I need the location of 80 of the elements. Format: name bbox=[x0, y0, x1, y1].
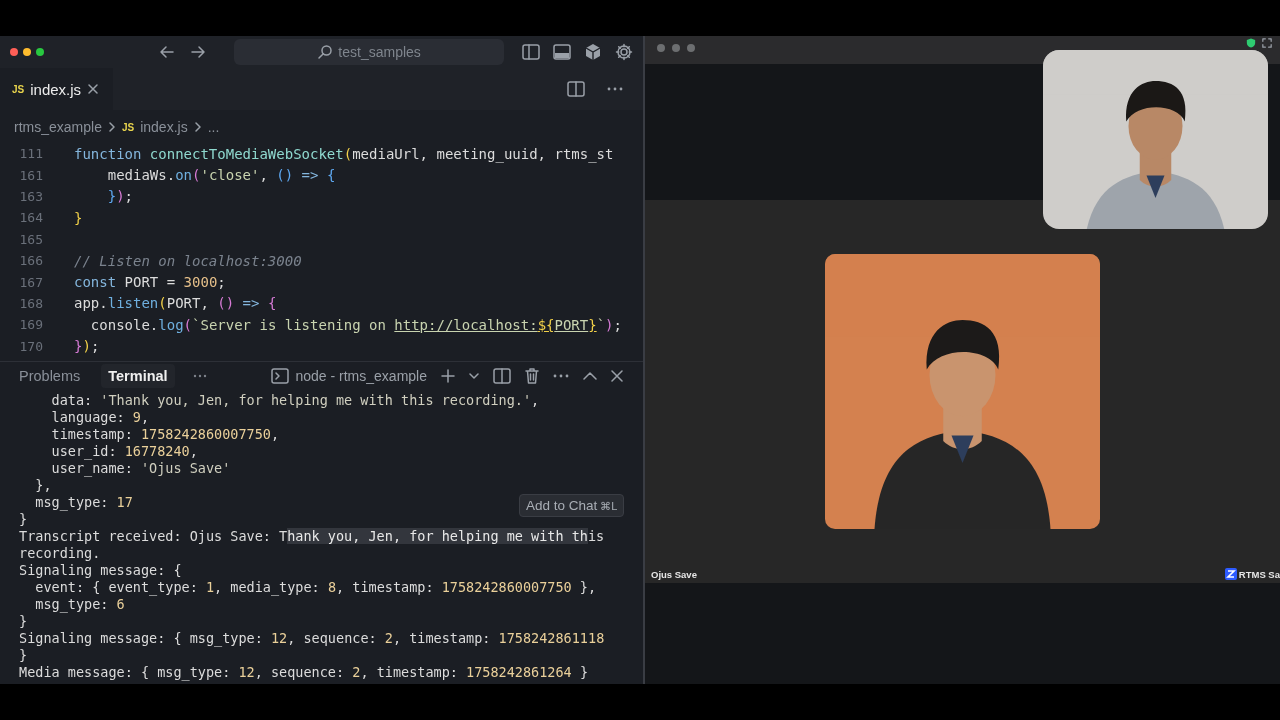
line-number: 169 bbox=[18, 317, 43, 333]
window-control-dot[interactable] bbox=[10, 48, 18, 56]
line-number: 170 bbox=[18, 338, 43, 354]
code-line: const PORT = 3000; bbox=[74, 274, 226, 291]
more-icon[interactable] bbox=[192, 373, 207, 378]
frame-icon[interactable] bbox=[1262, 38, 1272, 48]
terminal-line: } bbox=[19, 612, 28, 630]
panel-layout-icon[interactable] bbox=[553, 44, 571, 60]
terminal-line: data: 'Thank you, Jen, for helping me with this recording.', bbox=[50, 391, 540, 409]
code-line: // Listen on localhost:3000 bbox=[74, 252, 302, 269]
terminal-line: language: 9, bbox=[50, 408, 150, 426]
settings-icon[interactable] bbox=[615, 43, 633, 61]
line-number: 166 bbox=[18, 253, 43, 269]
code-line: console.log(`Server is listening on http://localhost:${PORT}`); bbox=[89, 316, 622, 333]
line-number: 167 bbox=[18, 274, 43, 290]
more-icon[interactable] bbox=[553, 373, 569, 378]
line-number: 111 bbox=[18, 146, 43, 162]
chevron-right-icon bbox=[107, 121, 116, 133]
window-control-dot[interactable] bbox=[23, 48, 31, 56]
terminal-icon bbox=[271, 367, 290, 384]
breadcrumb-item[interactable]: index.js bbox=[140, 119, 188, 135]
close-icon[interactable] bbox=[87, 83, 100, 95]
window-control-dot[interactable] bbox=[672, 44, 680, 52]
breadcrumb-item[interactable]: ... bbox=[207, 119, 220, 135]
shield-icon[interactable] bbox=[1246, 38, 1256, 48]
code-line: function connectToMediaWebSocket(mediaUrl, meeting_uuid, rtms_st bbox=[74, 145, 614, 162]
window-control-dot[interactable] bbox=[657, 44, 665, 52]
plus-icon[interactable] bbox=[441, 368, 455, 383]
panel-tab[interactable]: Terminal bbox=[101, 363, 175, 388]
close-icon[interactable] bbox=[611, 369, 623, 382]
code-line: }); bbox=[106, 188, 134, 205]
terminal-line: }, bbox=[34, 476, 52, 494]
terminal-line: } bbox=[19, 510, 28, 528]
z-logo-icon bbox=[1224, 568, 1237, 580]
code-line: } bbox=[74, 209, 83, 226]
terminal-line: timestamp: 1758242860007750, bbox=[50, 425, 280, 443]
terminal-line: msg_type: 17 bbox=[34, 493, 133, 511]
terminal-line: event: { event_type: 1, media_type: 8, timestamp: 1758242860007750 }, bbox=[34, 578, 597, 596]
terminal-line: user_name: 'Ojus Save' bbox=[50, 459, 231, 477]
line-number: 163 bbox=[18, 188, 43, 204]
line-number: 168 bbox=[18, 295, 43, 311]
panel-tab[interactable]: Problems bbox=[12, 363, 88, 388]
terminal-line: Signaling message: { msg_type: 12, sequence: 2, timestamp: 1758242861118 bbox=[19, 629, 605, 647]
terminal-line: Signaling message: { bbox=[19, 561, 182, 579]
tab-label: index.js bbox=[30, 80, 82, 98]
terminal-line: Media message: { msg_type: 12, sequence: 2, timestamp: 1758242861264 } bbox=[19, 663, 588, 681]
chevron-up-icon[interactable] bbox=[583, 371, 597, 380]
line-number: 165 bbox=[18, 231, 43, 247]
sidebar-layout-icon[interactable] bbox=[522, 44, 540, 60]
line-number: 164 bbox=[18, 210, 43, 226]
split-terminal-icon[interactable] bbox=[493, 367, 511, 384]
meeting-label: RTMS Sa bbox=[1238, 568, 1280, 580]
terminal-line: recording. bbox=[19, 544, 101, 562]
more-icon[interactable] bbox=[607, 87, 623, 91]
terminal-line: user_id: 16778240, bbox=[50, 442, 198, 460]
caret-icon[interactable] bbox=[469, 371, 479, 380]
code-line: }); bbox=[74, 338, 100, 355]
cube-icon[interactable] bbox=[584, 43, 602, 61]
code-line: app.listen(PORT, () => { bbox=[74, 295, 277, 312]
breadcrumb-item[interactable]: rtms_example bbox=[14, 119, 102, 135]
javascript-file-icon: JS bbox=[121, 121, 135, 133]
add-to-chat-tooltip[interactable]: Add to Chat ⌘L bbox=[519, 493, 625, 517]
editor-tab[interactable]: JS index.js bbox=[0, 68, 114, 110]
trash-icon[interactable] bbox=[525, 367, 539, 384]
search-icon bbox=[317, 44, 334, 60]
chevron-right-icon bbox=[193, 121, 202, 133]
terminal-line: Transcript received: Ojus Save: Thank you, Jen, for helping me with this bbox=[19, 527, 605, 545]
back-arrow-icon[interactable] bbox=[158, 44, 175, 60]
forward-arrow-icon[interactable] bbox=[189, 44, 206, 60]
window-control-dot[interactable] bbox=[687, 44, 695, 52]
window-control-dot[interactable] bbox=[36, 48, 44, 56]
code-line: mediaWs.on('close', () => { bbox=[106, 167, 336, 184]
javascript-file-icon: JS bbox=[12, 83, 25, 95]
line-number: 161 bbox=[18, 167, 43, 183]
terminal-selector[interactable]: node - rtms_example bbox=[271, 367, 427, 384]
terminal-line: msg_type: 6 bbox=[34, 595, 125, 613]
terminal-line: } bbox=[19, 646, 28, 664]
participant-name: Ojus Save bbox=[651, 568, 697, 580]
split-editor-icon[interactable] bbox=[567, 81, 585, 97]
search-field[interactable]: test_samples bbox=[234, 39, 504, 65]
